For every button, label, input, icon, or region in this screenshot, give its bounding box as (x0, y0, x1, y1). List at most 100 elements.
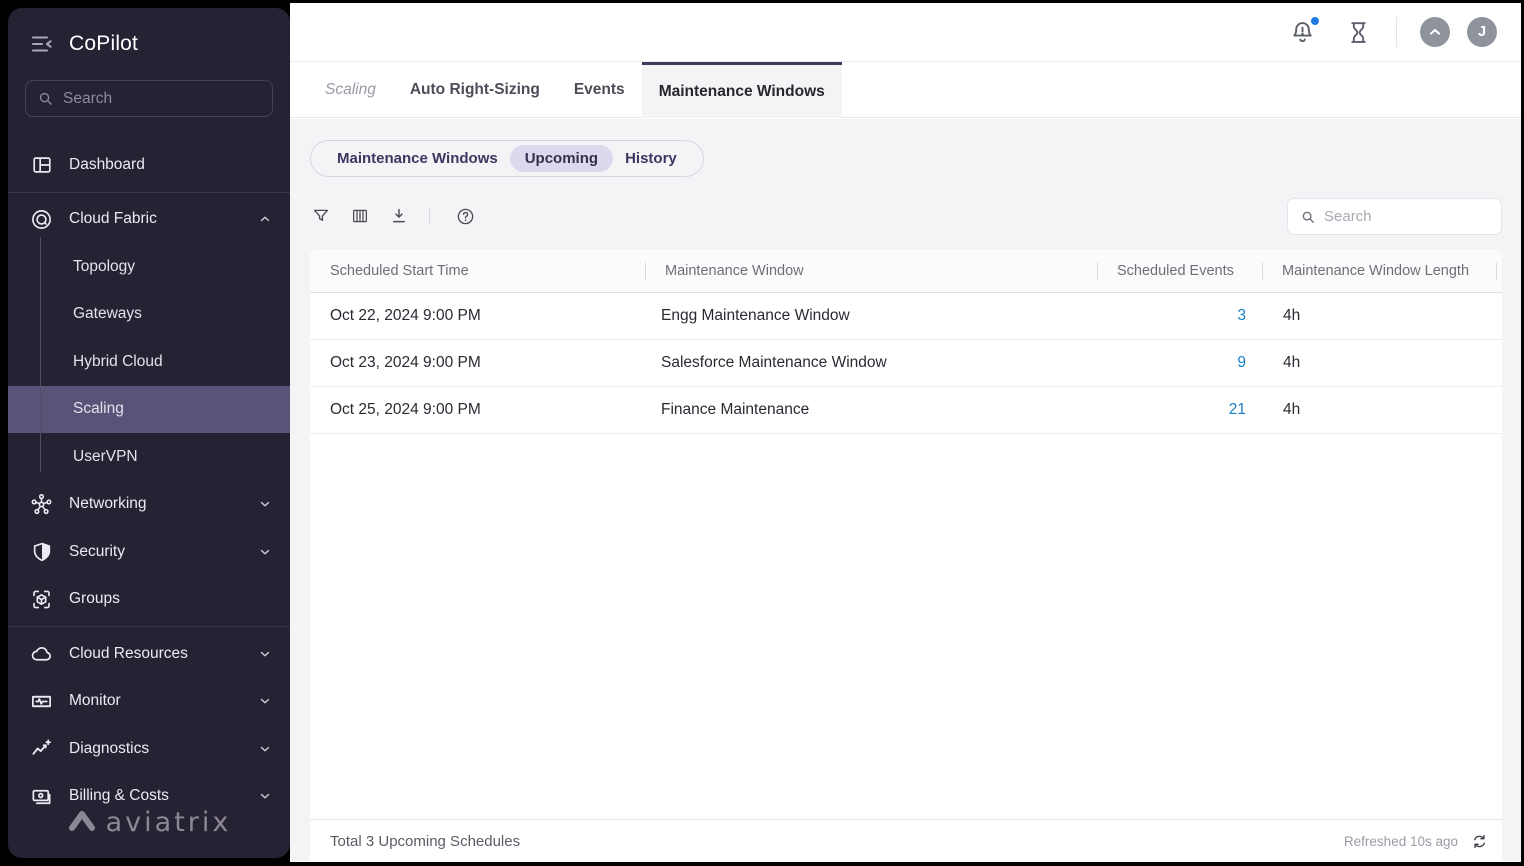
cell-window-name: Salesforce Maintenance Window (645, 354, 1097, 372)
app-title: CoPilot (69, 32, 138, 56)
sidebar-item-label: Dashboard (69, 156, 272, 174)
cloud-fabric-icon (30, 208, 53, 231)
aviatrix-logo: aviatrix (8, 800, 290, 844)
diagnostics-icon (30, 737, 53, 760)
topbar: J (290, 3, 1521, 62)
cell-window-length: 4h (1262, 307, 1502, 325)
cell-window-name: Finance Maintenance (645, 401, 1097, 419)
table-row[interactable]: Oct 22, 2024 9:00 PM Engg Maintenance Wi… (310, 293, 1502, 340)
segment-upcoming[interactable]: Upcoming (510, 145, 613, 172)
column-header-maintenance-window[interactable]: Maintenance Window (645, 263, 1097, 279)
toolbar-divider (429, 208, 430, 224)
topbar-divider (1396, 17, 1397, 47)
sidebar-search-input[interactable] (63, 90, 260, 108)
scheduled-events-link[interactable]: 21 (1229, 401, 1246, 418)
subitem-label: Topology (73, 258, 135, 276)
user-avatar[interactable]: J (1467, 17, 1497, 47)
search-icon (38, 91, 53, 106)
table-row[interactable]: Oct 25, 2024 9:00 PM Finance Maintenance… (310, 387, 1502, 434)
download-icon[interactable] (390, 207, 408, 225)
subitem-label: UserVPN (73, 448, 138, 466)
search-icon (1301, 210, 1315, 224)
sidebar-item-cloud-resources[interactable]: Cloud Resources (8, 630, 290, 678)
segment-history[interactable]: History (613, 150, 689, 167)
sidebar-item-networking[interactable]: Networking (8, 481, 290, 529)
cloud-icon (30, 642, 53, 665)
chevron-down-icon (258, 545, 272, 559)
cell-window-name: Engg Maintenance Window (645, 307, 1097, 325)
subitem-label: Hybrid Cloud (73, 353, 163, 371)
filter-icon[interactable] (312, 207, 330, 225)
sidebar-header: CoPilot (8, 8, 290, 64)
copilot-window: CoPilot Dashboard Cloud Fabric (0, 0, 1524, 866)
main-area: J Scaling Auto Right-Sizing Events Maint… (290, 3, 1521, 862)
tab-auto-right-sizing[interactable]: Auto Right-Sizing (393, 62, 557, 117)
subitem-label: Gateways (73, 305, 142, 323)
sidebar-search[interactable] (25, 80, 273, 117)
sidebar-subitem-hybrid-cloud[interactable]: Hybrid Cloud (8, 338, 290, 386)
cell-window-length: 4h (1262, 401, 1502, 419)
table-row[interactable]: Oct 23, 2024 9:00 PM Salesforce Maintena… (310, 340, 1502, 387)
notifications-bell-icon[interactable] (1289, 19, 1316, 46)
refresh-icon[interactable] (1471, 833, 1488, 850)
table-search-input[interactable] (1324, 208, 1488, 225)
cell-start-time: Oct 25, 2024 9:00 PM (310, 401, 645, 419)
tab-maintenance-windows[interactable]: Maintenance Windows (642, 62, 842, 118)
sidebar-item-label: Security (69, 543, 242, 561)
subitem-label: Scaling (73, 400, 124, 418)
sidebar-item-security[interactable]: Security (8, 528, 290, 576)
table-header: Scheduled Start Time Maintenance Window … (310, 249, 1502, 293)
column-header-scheduled-events[interactable]: Scheduled Events (1097, 263, 1262, 279)
cloud-fabric-submenu: Topology Gateways Hybrid Cloud Scaling U… (8, 243, 290, 481)
scroll-top-button[interactable] (1420, 17, 1450, 47)
sidebar-item-label: Monitor (69, 692, 242, 710)
maintenance-windows-table: Scheduled Start Time Maintenance Window … (310, 249, 1502, 819)
chevron-up-icon (258, 212, 272, 226)
cell-start-time: Oct 23, 2024 9:00 PM (310, 354, 645, 372)
sidebar-subitem-gateways[interactable]: Gateways (8, 291, 290, 339)
menu-collapse-icon[interactable] (30, 32, 54, 56)
help-icon[interactable] (456, 207, 475, 226)
sidebar-item-cloud-fabric[interactable]: Cloud Fabric (8, 196, 290, 244)
dashboard-icon (30, 153, 53, 176)
sidebar-subitem-uservpn[interactable]: UserVPN (8, 433, 290, 481)
sidebar: CoPilot Dashboard Cloud Fabric (8, 8, 290, 858)
table-footer: Total 3 Upcoming Schedules Refreshed 10s… (310, 819, 1502, 862)
sidebar-subitem-topology[interactable]: Topology (8, 243, 290, 291)
sidebar-subitem-scaling[interactable]: Scaling (8, 386, 290, 434)
total-count-label: Total 3 Upcoming Schedules (330, 833, 520, 850)
sidebar-nav: Dashboard Cloud Fabric Topology Gateways… (8, 141, 290, 820)
sidebar-item-label: Diagnostics (69, 740, 242, 758)
cell-start-time: Oct 22, 2024 9:00 PM (310, 307, 645, 325)
cell-window-length: 4h (1262, 354, 1502, 372)
sidebar-divider (8, 626, 290, 627)
column-header-scheduled-start-time[interactable]: Scheduled Start Time (310, 263, 645, 279)
chevron-up-icon (1427, 24, 1443, 40)
tasks-hourglass-icon[interactable] (1346, 19, 1371, 46)
chevron-down-icon (258, 742, 272, 756)
sidebar-item-diagnostics[interactable]: Diagnostics (8, 725, 290, 773)
tab-events[interactable]: Events (557, 62, 642, 117)
sidebar-item-monitor[interactable]: Monitor (8, 678, 290, 726)
column-header-maintenance-window-length[interactable]: Maintenance Window Length (1262, 263, 1502, 279)
scheduled-events-link[interactable]: 3 (1237, 307, 1246, 324)
chevron-down-icon (258, 497, 272, 511)
aviatrix-chevron-icon (67, 809, 97, 835)
sidebar-item-label: Cloud Fabric (69, 210, 242, 228)
refreshed-timestamp: Refreshed 10s ago (1344, 834, 1458, 849)
notification-dot (1309, 15, 1321, 27)
security-shield-icon (30, 540, 53, 563)
columns-icon[interactable] (351, 207, 369, 225)
sidebar-item-dashboard[interactable]: Dashboard (8, 141, 290, 189)
maintenance-segmented-control: Maintenance Windows Upcoming History (310, 140, 704, 177)
sidebar-item-groups[interactable]: Groups (8, 576, 290, 624)
tab-scaling[interactable]: Scaling (308, 62, 393, 117)
networking-icon (30, 493, 53, 516)
tab-bar: Scaling Auto Right-Sizing Events Mainten… (290, 62, 1521, 118)
table-toolbar (312, 202, 496, 230)
scheduled-events-link[interactable]: 9 (1237, 354, 1246, 371)
sidebar-item-label: Networking (69, 495, 242, 513)
segment-maintenance-windows[interactable]: Maintenance Windows (325, 150, 510, 167)
sidebar-item-label: Cloud Resources (69, 645, 242, 663)
table-search[interactable] (1287, 198, 1502, 235)
